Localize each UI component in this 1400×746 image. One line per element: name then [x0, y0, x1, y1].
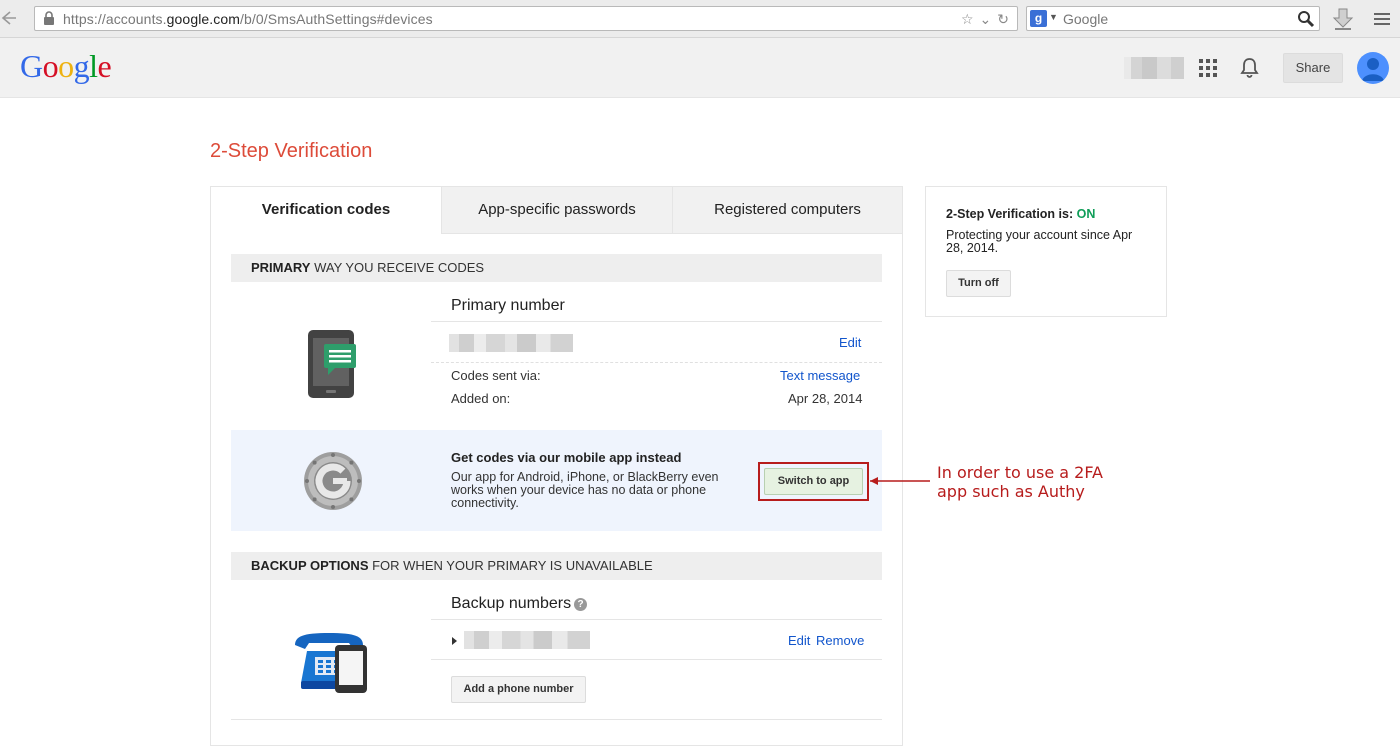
primary-section-header: PRIMARY WAY YOU RECEIVE CODES [231, 254, 882, 282]
share-button[interactable]: Share [1283, 53, 1343, 83]
url-text: https://accounts.google.com/b/0/SmsAuthS… [63, 11, 433, 27]
primary-number-redacted [449, 334, 573, 352]
lock-icon [44, 11, 54, 25]
annotation-arrow-icon [870, 477, 930, 485]
tab-bar: Verification codes App-specific password… [211, 187, 902, 234]
added-on-label: Added on: [451, 391, 511, 406]
annotation-note: In order to use a 2FA app such as Authy [937, 463, 1103, 501]
search-bar[interactable]: g ▼ Google [1026, 6, 1320, 31]
chevron-down-icon[interactable]: ⌄ [980, 10, 992, 28]
text-message-link[interactable]: Text message [780, 368, 860, 383]
status-text: 2-Step Verification is: ON [946, 207, 1096, 221]
search-input[interactable]: Google [1063, 11, 1108, 27]
reload-icon[interactable]: ↻ [997, 10, 1009, 28]
edit-primary-link[interactable]: Edit [839, 335, 861, 350]
bell-icon[interactable] [1240, 57, 1259, 79]
account-email-redacted [1124, 57, 1184, 79]
menu-icon[interactable] [1372, 10, 1392, 28]
divider [431, 619, 882, 620]
added-on-value: Apr 28, 2014 [788, 391, 863, 406]
search-icon[interactable] [1297, 10, 1315, 28]
mobile-app-promo: Get codes via our mobile app instead Our… [231, 430, 882, 531]
browser-toolbar: https://accounts.google.com/b/0/SmsAuthS… [0, 0, 1400, 38]
backup-number-redacted [464, 631, 590, 649]
status-card: 2-Step Verification is: ON Protecting yo… [925, 186, 1167, 317]
bookmark-star-icon[interactable]: ☆ [961, 10, 974, 28]
apps-grid-icon[interactable] [1199, 59, 1217, 77]
app-promo-description: Our app for Android, iPhone, or BlackBer… [451, 470, 719, 510]
search-engine-icon[interactable]: g [1030, 10, 1047, 27]
turn-off-button[interactable]: Turn off [946, 270, 1011, 297]
download-icon[interactable] [1332, 7, 1354, 31]
switch-to-app-button[interactable]: Switch to app [764, 468, 863, 495]
google-logo[interactable]: Google [20, 48, 112, 85]
tab-verification-codes[interactable]: Verification codes [211, 187, 441, 234]
divider [431, 362, 882, 363]
status-description: Protecting your account since Apr 28, 20… [946, 228, 1133, 255]
backup-section-header: BACKUP OPTIONS FOR WHEN YOUR PRIMARY IS … [231, 552, 882, 580]
tab-app-specific-passwords[interactable]: App-specific passwords [441, 187, 672, 234]
codes-sent-label: Codes sent via: [451, 368, 541, 383]
google-header: Google Share [0, 38, 1400, 98]
expand-caret-icon[interactable] [452, 637, 457, 645]
remove-backup-link[interactable]: Remove [816, 633, 864, 648]
search-engine-dropdown-icon[interactable]: ▼ [1049, 12, 1058, 22]
status-on-badge: ON [1076, 207, 1096, 221]
verification-card: Verification codes App-specific password… [210, 186, 903, 746]
tab-registered-computers[interactable]: Registered computers [672, 187, 902, 234]
add-phone-number-button[interactable]: Add a phone number [451, 676, 586, 703]
url-bar[interactable]: https://accounts.google.com/b/0/SmsAuthS… [34, 6, 1018, 31]
primary-number-heading: Primary number [451, 297, 565, 314]
backup-numbers-heading: Backup numbers? [451, 595, 588, 613]
app-promo-title: Get codes via our mobile app instead [451, 450, 682, 465]
page-title: 2-Step Verification [210, 140, 373, 162]
telephone-icon [295, 633, 367, 693]
avatar[interactable] [1357, 52, 1389, 84]
mobile-phone-icon [308, 330, 356, 398]
divider [431, 659, 882, 660]
back-icon[interactable] [0, 9, 20, 27]
edit-backup-link[interactable]: Edit [788, 633, 810, 648]
divider [431, 321, 882, 322]
divider [231, 719, 882, 720]
authenticator-g-icon [304, 452, 362, 510]
help-icon[interactable]: ? [574, 598, 588, 611]
